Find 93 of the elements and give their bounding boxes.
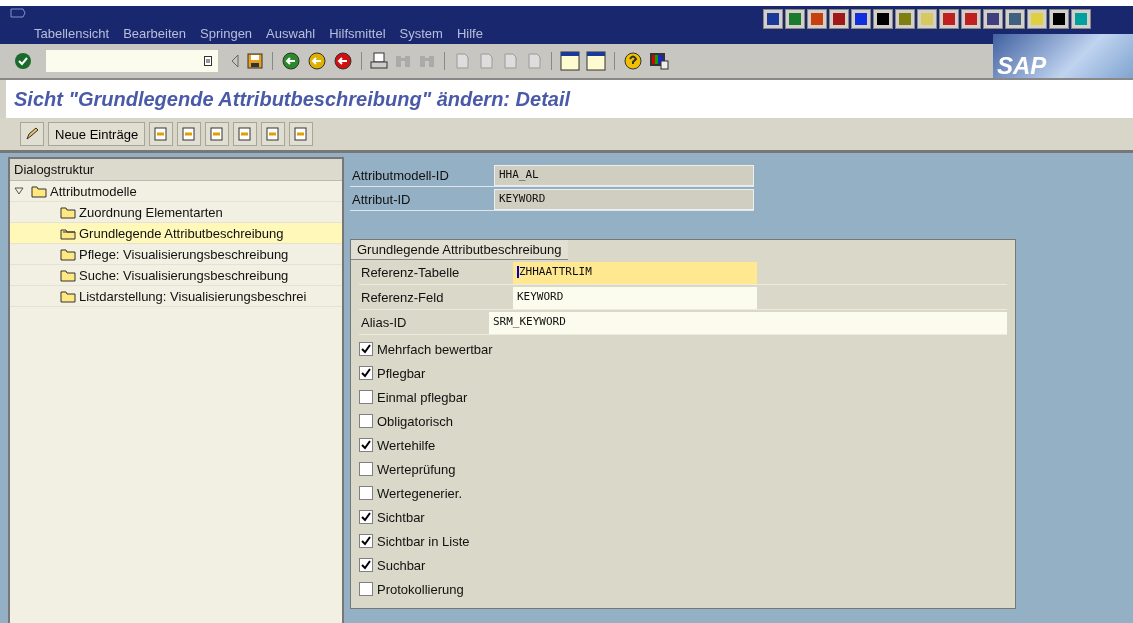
folder-icon [60, 247, 76, 261]
checkbox-label: Mehrfach bewertbar [377, 341, 493, 357]
document-icon [181, 126, 198, 142]
folder-icon [60, 289, 76, 303]
menu-item[interactable]: Hilfsmittel [329, 26, 386, 41]
tree-node-label: Grundlegende Attributbeschreibung [79, 225, 284, 241]
window-icon[interactable] [586, 51, 606, 71]
toolbar-button[interactable] [261, 122, 286, 146]
menu-item[interactable]: Springen [200, 26, 253, 41]
document-icon [293, 126, 310, 142]
checkbox[interactable] [359, 534, 373, 548]
tree-header: Dialogstruktur [10, 159, 342, 181]
checkbox[interactable] [359, 366, 373, 380]
field-label: Referenz-Feld [360, 289, 445, 307]
field-label: Alias-ID [360, 314, 408, 332]
dropdown-icon[interactable] [204, 56, 212, 66]
checkbox[interactable] [359, 486, 373, 500]
input-field[interactable]: ZHHAATTRLIM [513, 262, 757, 284]
checkbox-label: Wertehilfe [377, 437, 436, 453]
tree-node-label: Attributmodelle [50, 183, 137, 199]
tree-node-label: Pflege: Visualisierungsbeschreibung [79, 246, 289, 262]
input-field[interactable]: KEYWORD [513, 287, 757, 309]
menu-item[interactable]: Bearbeiten [123, 26, 187, 41]
screen-title: Sicht "Grundlegende Attributbeschreibung" ändern: Detail [14, 87, 571, 111]
display-field: HHA_AL [494, 165, 754, 186]
toolbar-button[interactable] [149, 122, 174, 146]
checkbox-label: Pflegbar [377, 365, 426, 381]
folder-icon [31, 184, 47, 198]
monitor-icon[interactable] [649, 51, 669, 71]
document-icon [153, 126, 170, 142]
folder-icon [60, 205, 76, 219]
checkbox-label: Protokollierung [377, 581, 464, 597]
toolbar-button[interactable] [177, 122, 202, 146]
window-icon[interactable] [560, 51, 580, 71]
checkbox[interactable] [359, 558, 373, 572]
checkbox[interactable] [359, 462, 373, 476]
toolbar-button[interactable] [205, 122, 230, 146]
pencil-icon-button[interactable] [20, 122, 44, 146]
checkbox[interactable] [359, 414, 373, 428]
checkbox[interactable] [359, 510, 373, 524]
checkbox-label: Einmal pflegbar [377, 389, 468, 405]
command-field[interactable] [46, 50, 218, 72]
app-icon[interactable] [983, 9, 1003, 29]
checkbox-label: Sichtbar [377, 509, 425, 525]
new-entries-button[interactable]: Neue Einträge [48, 122, 146, 146]
field-label: Referenz-Tabelle [360, 264, 461, 282]
back-icon[interactable] [281, 51, 301, 71]
tree-node-label: Zuordnung Elementarten [79, 204, 223, 220]
field-label: Attributmodell-ID [351, 167, 450, 185]
tree-node[interactable]: Grundlegende Attributbeschreibung [10, 223, 342, 244]
app-icon[interactable] [851, 9, 871, 29]
save-icon[interactable] [246, 52, 264, 70]
checkbox-label: Obligatorisch [377, 413, 453, 429]
checkbox-label: Suchbar [377, 557, 426, 573]
display-field: KEYWORD [494, 189, 754, 210]
triangle-icon[interactable] [14, 187, 24, 195]
app-icon[interactable] [873, 9, 893, 29]
checkbox[interactable] [359, 390, 373, 404]
document-icon [265, 126, 282, 142]
field-label: Attribut-ID [351, 191, 412, 209]
folder-icon [60, 226, 76, 240]
tree-node[interactable]: Attributmodelle [10, 181, 342, 202]
checkbox-label: Wertegenerier. [377, 485, 463, 501]
help-icon[interactable] [623, 51, 643, 71]
menu-item[interactable]: Tabellensicht [34, 26, 110, 41]
menu-item[interactable]: Auswahl [266, 26, 316, 41]
sap-logo: SAP [997, 52, 1047, 80]
app-icon[interactable] [1049, 9, 1069, 29]
document-icon [237, 126, 254, 142]
app-icon[interactable] [763, 9, 783, 29]
checkbox[interactable] [359, 438, 373, 452]
toolbar-button[interactable] [289, 122, 314, 146]
toolbar-button[interactable] [233, 122, 258, 146]
document-icon [209, 126, 226, 142]
enter-icon[interactable] [14, 52, 32, 70]
menu-item[interactable]: Hilfe [456, 26, 483, 41]
checkbox-label: Werteprüfung [377, 461, 456, 477]
triangle-left-icon[interactable] [230, 54, 240, 68]
checkbox[interactable] [359, 342, 373, 356]
tree-node-label: Listdarstellung: Visualisierungsbeschrei [79, 288, 307, 304]
checkbox[interactable] [359, 582, 373, 596]
window-menu-icon[interactable] [10, 8, 26, 20]
menu-item[interactable]: System [399, 26, 443, 41]
pencil-icon [24, 126, 40, 142]
tree-node[interactable]: Pflege: Visualisierungsbeschreibung [10, 244, 342, 265]
folder-icon [60, 268, 76, 282]
checkbox-label: Sichtbar in Liste [377, 533, 470, 549]
group-title: Grundlegende Attributbeschreibung [351, 240, 568, 260]
tree-node-label: Suche: Visualisierungsbeschreibung [79, 267, 289, 283]
print-icon[interactable] [370, 52, 388, 70]
tree-node[interactable]: Suche: Visualisierungsbeschreibung [10, 265, 342, 286]
tree-node[interactable]: Listdarstellung: Visualisierungsbeschrei [10, 286, 342, 307]
input-field[interactable]: SRM_KEYWORD [489, 312, 1007, 334]
